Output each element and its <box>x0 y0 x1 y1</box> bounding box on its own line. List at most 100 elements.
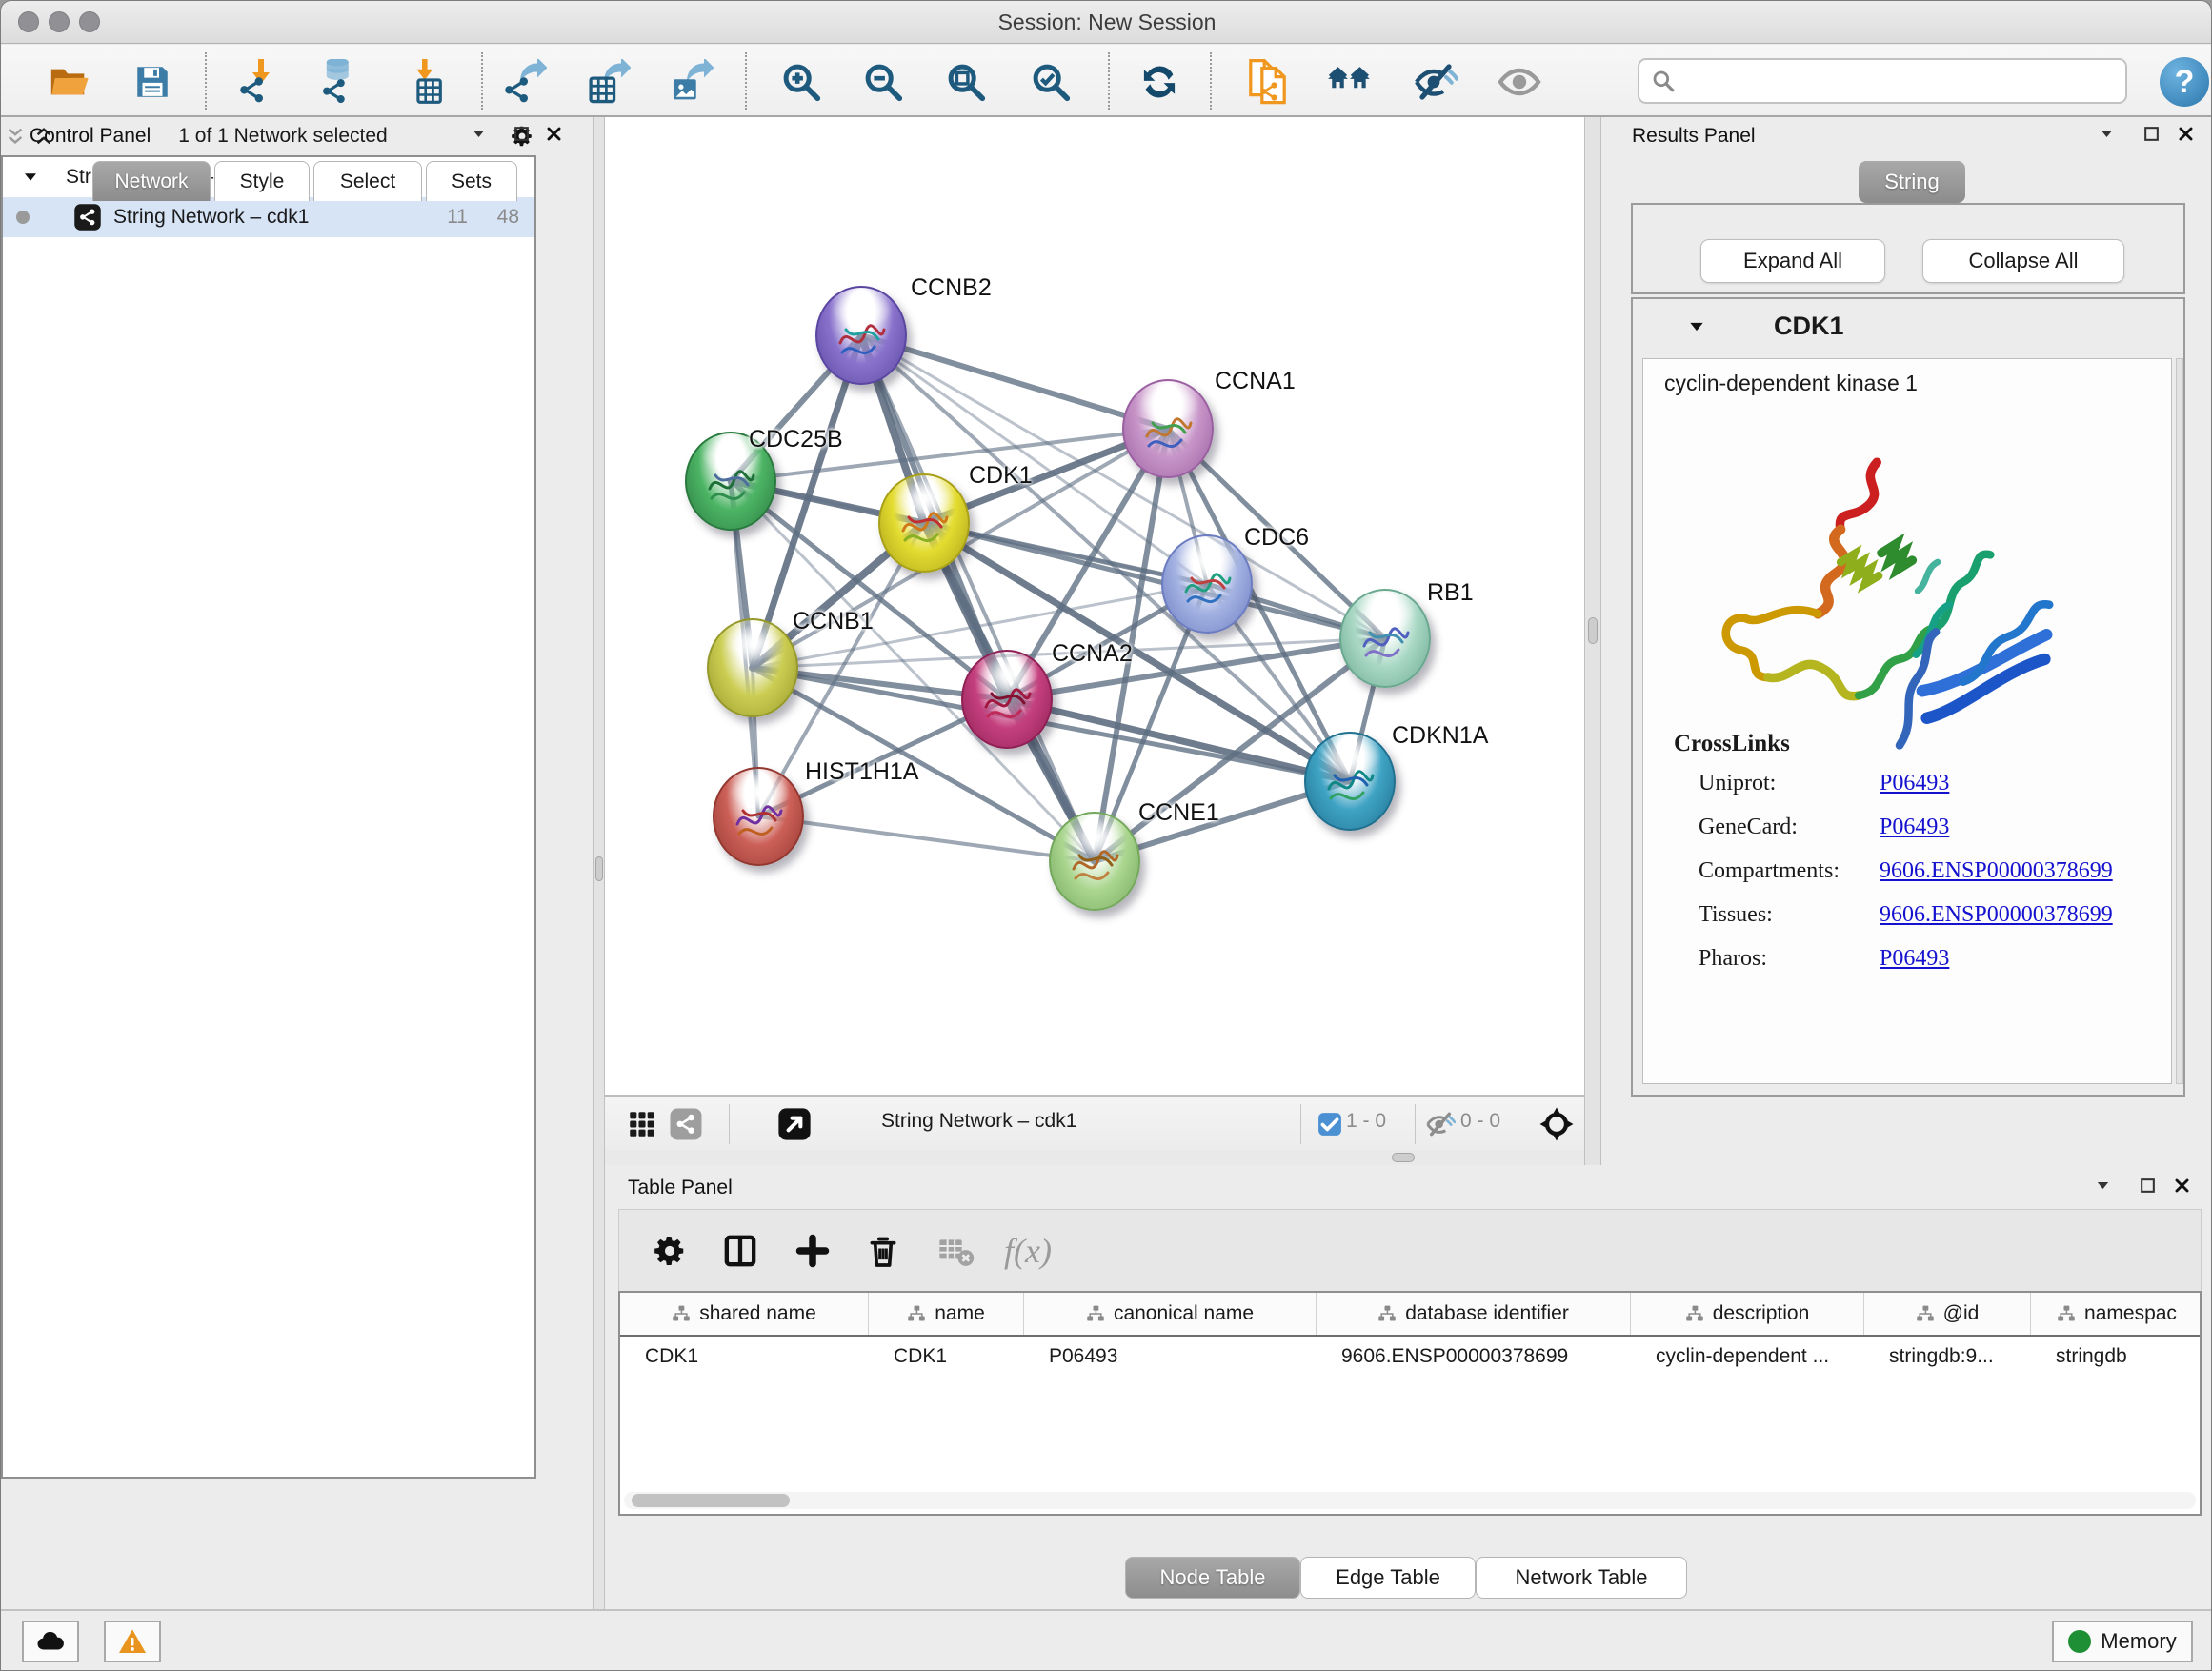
tab-style[interactable]: Style <box>214 161 310 201</box>
results-panel-close-icon[interactable] <box>2171 119 2200 148</box>
column-header--id[interactable]: @id <box>1864 1293 2031 1335</box>
network-node-CCNA2[interactable] <box>961 650 1053 749</box>
crosslink-link[interactable]: P06493 <box>1880 946 1949 972</box>
table-cell[interactable]: 9606.ENSP00000378699 <box>1317 1345 1631 1368</box>
zoom-in-button[interactable] <box>774 54 829 110</box>
export-network-button[interactable] <box>496 54 552 110</box>
cloud-status-button[interactable] <box>22 1621 79 1662</box>
warnings-button[interactable] <box>104 1621 161 1662</box>
network-node-CCNE1[interactable] <box>1049 812 1140 911</box>
table-panel-close-icon[interactable] <box>2167 1171 2196 1199</box>
function-builder-icon: f(x) <box>1002 1225 1054 1277</box>
network-node-RB1[interactable] <box>1339 589 1431 688</box>
network-node-CDK1[interactable] <box>878 473 970 573</box>
results-panel-float-icon[interactable] <box>2137 119 2165 148</box>
column-header-database-identifier[interactable]: database identifier <box>1317 1293 1631 1335</box>
network-node-CCNA1[interactable] <box>1122 379 1214 478</box>
show-hidden-button[interactable] <box>1492 54 1547 110</box>
table-cell[interactable]: CDK1 <box>620 1345 869 1368</box>
tab-edge-table[interactable]: Edge Table <box>1300 1557 1476 1599</box>
zoom-selected-button[interactable] <box>1023 54 1078 110</box>
splitter-handle[interactable] <box>1392 1153 1415 1162</box>
first-neighbors-button[interactable] <box>1322 54 1377 110</box>
network-node-CDC6[interactable] <box>1161 534 1253 634</box>
network-row[interactable]: String Network – cdk1 11 48 <box>3 197 534 237</box>
help-button[interactable]: ? <box>2160 57 2209 107</box>
network-node-HIST1H1A[interactable] <box>713 767 804 866</box>
network-node-CCNB1[interactable] <box>707 618 798 717</box>
expand-all-button[interactable]: Expand All <box>1700 239 1885 283</box>
results-panel-menu-icon[interactable] <box>2092 119 2121 148</box>
crosslink-link[interactable]: 9606.ENSP00000378699 <box>1880 902 2113 928</box>
network-node-CCNB2[interactable] <box>815 286 907 385</box>
table-cell[interactable]: stringdb:9... <box>1864 1345 2031 1368</box>
crosslink-link[interactable]: P06493 <box>1880 771 1949 796</box>
crosslink-link[interactable]: 9606.ENSP00000378699 <box>1880 858 2113 884</box>
zoom-fit-button[interactable] <box>938 54 994 110</box>
show-columns-icon[interactable] <box>714 1225 766 1277</box>
clone-network-button[interactable] <box>1239 54 1295 110</box>
column-tree-icon <box>1377 1304 1397 1323</box>
tab-network[interactable]: Network <box>92 161 211 201</box>
open-in-window-icon[interactable] <box>774 1104 814 1144</box>
scrollbar-thumb[interactable] <box>632 1494 790 1507</box>
crosslink-link[interactable]: P06493 <box>1880 815 1949 840</box>
search-input[interactable] <box>1676 69 2125 93</box>
control-panel-close-icon[interactable] <box>539 119 568 148</box>
column-header-name[interactable]: name <box>869 1293 1024 1335</box>
collapse-all-networks-icon[interactable] <box>1 122 30 151</box>
tab-string[interactable]: String <box>1859 161 1965 203</box>
import-table-button[interactable] <box>398 54 453 110</box>
export-table-button[interactable] <box>580 54 635 110</box>
import-network-database-button[interactable] <box>311 54 366 110</box>
delete-column-trash-icon[interactable] <box>857 1225 909 1277</box>
fit-content-crosshair-icon[interactable] <box>1537 1104 1577 1144</box>
tab-sets[interactable]: Sets <box>426 161 517 201</box>
table-settings-gear-icon[interactable] <box>644 1225 695 1277</box>
birds-eye-view-icon[interactable] <box>622 1104 662 1144</box>
table-panel-float-icon[interactable] <box>2133 1171 2162 1199</box>
tab-network-table[interactable]: Network Table <box>1476 1557 1687 1599</box>
column-tree-icon <box>672 1304 691 1323</box>
table-panel-splitter[interactable] <box>605 1150 1584 1165</box>
table-row[interactable]: CDK1CDK1P064939606.ENSP00000378699cyclin… <box>620 1337 2200 1377</box>
splitter-handle[interactable] <box>1588 617 1598 644</box>
table-cell[interactable]: cyclin-dependent ... <box>1631 1345 1864 1368</box>
memory-button[interactable]: Memory <box>2052 1621 2193 1662</box>
selected-checkbox[interactable] <box>1310 1104 1350 1144</box>
column-header-namespac[interactable]: namespac <box>2031 1293 2202 1335</box>
node-label-CCNA2: CCNA2 <box>1052 640 1133 668</box>
export-image-button[interactable] <box>663 54 718 110</box>
table-horizontal-scrollbar[interactable] <box>624 1492 2196 1509</box>
table-cell[interactable]: CDK1 <box>869 1345 1024 1368</box>
control-panel-splitter[interactable] <box>593 117 605 1609</box>
network-node-CDKN1A[interactable] <box>1304 732 1396 831</box>
network-canvas[interactable]: CCNB2CCNA1CDC25BCDK1CDC6RB1CCNB1CCNA2CDK… <box>605 117 1584 1095</box>
protein-collapse-icon[interactable] <box>1682 312 1711 341</box>
create-column-icon[interactable] <box>787 1225 838 1277</box>
results-scrollbar[interactable] <box>2176 358 2183 1084</box>
zoom-out-button[interactable] <box>855 54 911 110</box>
results-panel-splitter[interactable] <box>1584 117 1601 1165</box>
column-header-shared-name[interactable]: shared name <box>620 1293 869 1335</box>
open-session-button[interactable] <box>41 54 96 110</box>
collapse-all-button[interactable]: Collapse All <box>1922 239 2124 283</box>
hidden-eye-icon[interactable] <box>1420 1104 1460 1144</box>
control-panel-float-icon[interactable] <box>507 119 535 148</box>
control-panel-menu-icon[interactable] <box>464 119 493 148</box>
column-header-canonical-name[interactable]: canonical name <box>1024 1293 1317 1335</box>
collection-expand-icon[interactable] <box>22 169 39 186</box>
tab-select[interactable]: Select <box>313 161 422 201</box>
save-session-button[interactable] <box>125 54 180 110</box>
column-header-description[interactable]: description <box>1631 1293 1864 1335</box>
table-cell[interactable]: stringdb <box>2031 1345 2202 1368</box>
results-panel-controls-box: Expand All Collapse All <box>1631 203 2185 294</box>
table-panel-menu-icon[interactable] <box>2088 1171 2117 1199</box>
splitter-handle[interactable] <box>595 856 603 881</box>
table-cell[interactable]: P06493 <box>1024 1345 1317 1368</box>
tab-node-table[interactable]: Node Table <box>1125 1557 1300 1599</box>
refresh-button[interactable] <box>1132 54 1187 110</box>
toolbar-search-box[interactable] <box>1638 58 2127 104</box>
import-network-file-button[interactable] <box>231 54 287 110</box>
hide-selected-button[interactable] <box>1408 54 1463 110</box>
